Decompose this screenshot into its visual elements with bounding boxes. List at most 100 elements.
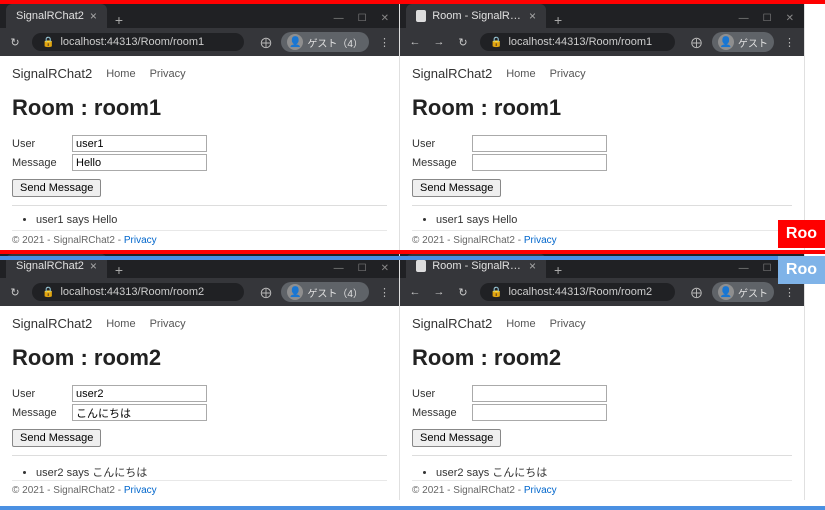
message-list: user1 says Hello [12,214,387,226]
nav-home[interactable]: Home [106,318,135,330]
message-label: Message [412,407,472,419]
send-message-button[interactable]: Send Message [12,179,101,197]
guest-label: ゲスト [738,35,768,50]
guest-profile-button[interactable]: 👤ゲスト（4） [281,282,369,302]
user-input[interactable] [472,385,607,402]
minimize-icon[interactable]: — [334,263,344,274]
footer-privacy-link[interactable]: Privacy [524,235,557,246]
navbar: SignalRChat2 Home Privacy [12,62,387,91]
message-list: user2 says こんにちは [12,464,387,480]
send-message-button[interactable]: Send Message [412,179,501,197]
maximize-icon[interactable]: ☐ [763,13,772,24]
close-icon[interactable]: ✕ [381,263,389,274]
translate-icon[interactable]: ⨁ [260,36,271,49]
guest-profile-button[interactable]: 👤ゲスト（4） [281,32,369,52]
forward-button[interactable] [432,286,446,298]
nav-home[interactable]: Home [106,68,135,80]
url-box[interactable]: 🔒localhost:44313/Room/room1 [32,33,244,51]
nav-home[interactable]: Home [506,68,535,80]
nav-privacy[interactable]: Privacy [150,68,186,80]
minimize-icon[interactable]: — [739,263,749,274]
footer-privacy-link[interactable]: Privacy [524,485,557,496]
translate-icon[interactable]: ⨁ [691,36,702,49]
menu-button[interactable]: ⋮ [379,36,391,49]
message-item: user2 says こんにちは [36,464,387,480]
reload-button[interactable] [8,286,22,299]
url-box[interactable]: 🔒localhost:44313/Room/room2 [32,283,244,301]
new-tab-button[interactable]: + [107,262,131,278]
close-tab-icon[interactable]: × [529,259,536,273]
nav-home[interactable]: Home [506,318,535,330]
browser-tab[interactable]: Room - SignalRChat2 × [406,4,546,28]
avatar-icon: 👤 [287,284,303,300]
translate-icon[interactable]: ⨁ [260,286,271,299]
room-heading: Room : room1 [12,95,387,121]
menu-button[interactable]: ⋮ [379,286,391,299]
close-icon[interactable]: ✕ [381,13,389,24]
navbar: SignalRChat2 Home Privacy [412,62,792,91]
footer-text: © 2021 - SignalRChat2 - [412,485,524,496]
reload-button[interactable] [456,286,470,299]
url-box[interactable]: 🔒localhost:44313/Room/room1 [480,33,675,51]
browser-pane: SignalRChat2 × + — ☐ ✕ 🔒localhost:44313/Room/r… [0,250,400,500]
tab-title: Room - SignalRChat2 [432,260,523,272]
message-input[interactable] [472,404,607,421]
user-input[interactable] [72,385,207,402]
divider [12,205,387,206]
page-body: SignalRChat2HomePrivacyRoom : room2UserM… [0,306,399,500]
guest-profile-button[interactable]: 👤ゲスト [712,282,774,302]
tab-title: Room - SignalRChat2 [432,10,523,22]
footer-privacy-link[interactable]: Privacy [124,235,157,246]
new-tab-button[interactable]: + [546,262,570,278]
browser-tab[interactable]: SignalRChat2× [6,4,107,28]
brand[interactable]: SignalRChat2 [12,316,92,331]
message-input[interactable] [72,154,207,171]
translate-icon[interactable]: ⨁ [691,286,702,299]
new-tab-button[interactable]: + [107,12,131,28]
close-tab-icon[interactable]: × [90,9,97,23]
user-input[interactable] [72,135,207,152]
minimize-icon[interactable]: — [739,13,749,24]
nav-privacy[interactable]: Privacy [550,68,586,80]
user-label: User [412,138,472,150]
brand[interactable]: SignalRChat2 [12,66,92,81]
brand[interactable]: SignalRChat2 [412,316,492,331]
footer-text: © 2021 - SignalRChat2 - [12,485,124,496]
footer-privacy-link[interactable]: Privacy [124,485,157,496]
url-text: localhost:44313/Room/room1 [60,36,204,48]
message-label: Message [412,157,472,169]
guest-profile-button[interactable]: 👤 ゲスト [712,32,774,52]
tab-title: SignalRChat2 [16,260,84,272]
nav-privacy[interactable]: Privacy [150,318,186,330]
avatar-icon: 👤 [718,34,734,50]
menu-button[interactable]: ⋮ [784,286,796,299]
user-input[interactable] [472,135,607,152]
reload-button[interactable] [456,36,470,49]
back-button[interactable] [408,36,422,48]
url-text: localhost:44313/Room/room2 [60,286,204,298]
close-tab-icon[interactable]: × [529,9,536,23]
message-input[interactable] [72,404,207,421]
window-titlebar: SignalRChat2×+ — ☐ ✕ [0,0,399,28]
close-tab-icon[interactable]: × [90,259,97,273]
message-list: user2 says こんにちは [412,464,792,480]
maximize-icon[interactable]: ☐ [358,13,367,24]
minimize-icon[interactable]: — [334,13,344,24]
maximize-icon[interactable]: ☐ [358,263,367,274]
send-message-button[interactable]: Send Message [12,429,101,447]
close-icon[interactable]: ✕ [786,13,794,24]
favicon-icon [416,10,426,22]
menu-button[interactable]: ⋮ [784,36,796,49]
brand[interactable]: SignalRChat2 [412,66,492,81]
new-tab-button[interactable]: + [546,12,570,28]
maximize-icon[interactable]: ☐ [763,263,772,274]
reload-button[interactable] [8,36,22,49]
send-message-button[interactable]: Send Message [412,429,501,447]
nav-privacy[interactable]: Privacy [550,318,586,330]
message-input[interactable] [472,154,607,171]
message-list: user1 says Hello [412,214,792,226]
forward-button[interactable] [432,36,446,48]
url-text: localhost:44313/Room/room1 [508,36,652,48]
url-box[interactable]: 🔒localhost:44313/Room/room2 [480,283,675,301]
back-button[interactable] [408,286,422,298]
